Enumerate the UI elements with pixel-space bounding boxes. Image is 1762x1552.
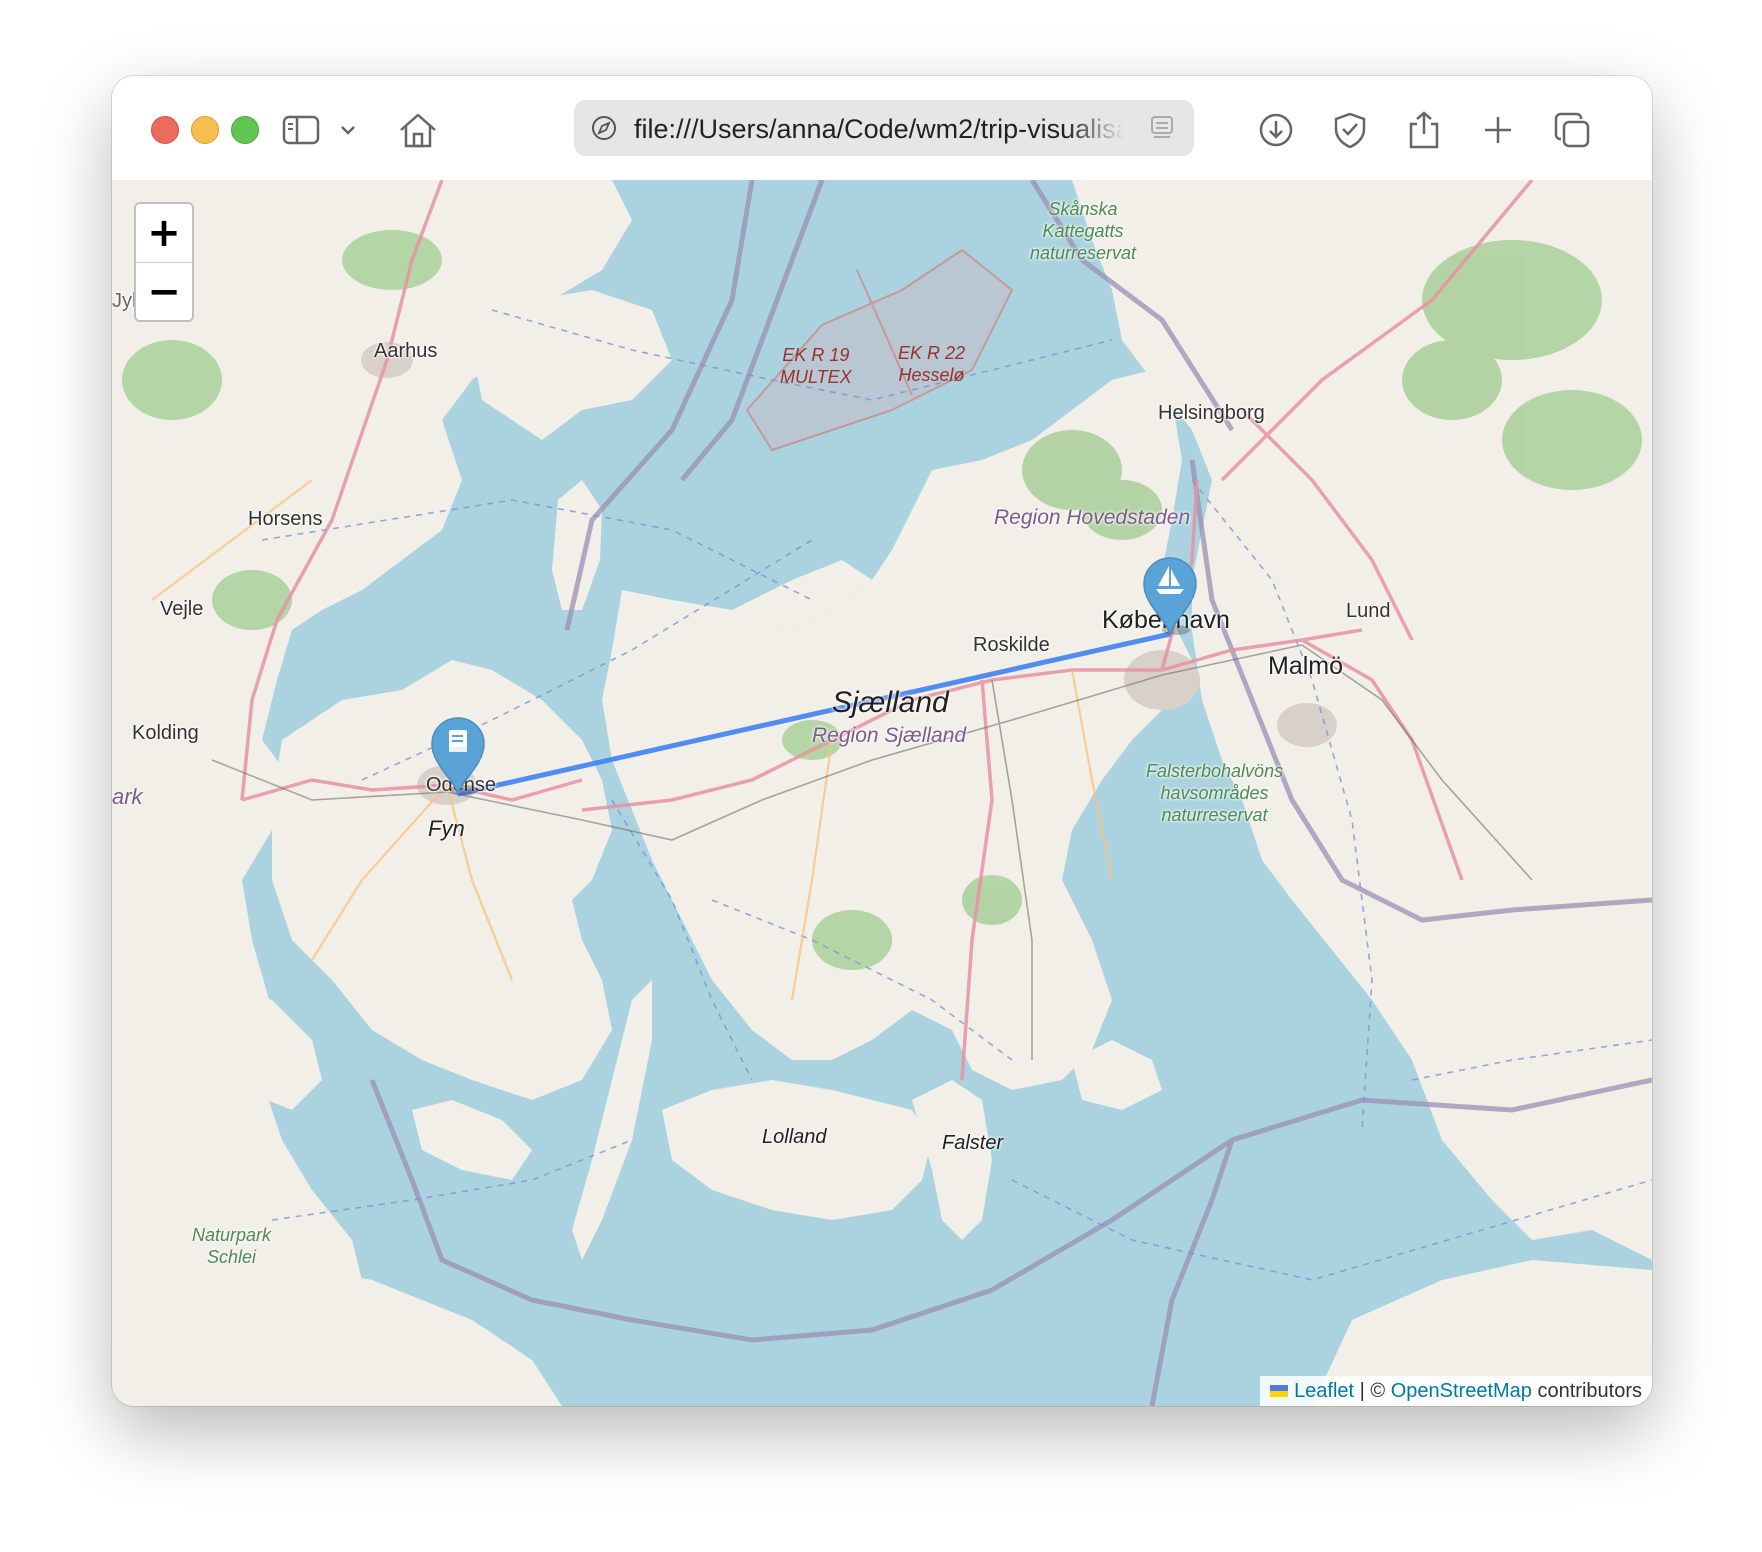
label-naturpark-schlei: Naturpark Schlei (192, 1224, 271, 1268)
label-lund: Lund (1346, 600, 1391, 622)
zoom-out-button[interactable]: − (136, 263, 192, 320)
label-falsterbo-line1: Falsterbohalvöns (1146, 761, 1284, 781)
label-ekr19-line2: MULTEX (780, 367, 852, 387)
label-ekr22-line2: Hesselø (898, 365, 965, 385)
attribution-contributors: contributors (1531, 1379, 1642, 1402)
zoom-control: + − (134, 202, 194, 322)
label-falster: Falster (942, 1132, 1004, 1154)
compass-icon (590, 114, 618, 142)
minimize-window-button[interactable] (191, 116, 219, 144)
label-ekr22-line1: EK R 22 (898, 343, 966, 363)
zoom-in-button[interactable]: + (136, 204, 192, 263)
browser-toolbar: file:///Users/anna/Code/wm2/trip-visuali… (112, 76, 1652, 180)
label-denmark-edge: ark (112, 784, 143, 809)
label-fyn: Fyn (428, 816, 465, 841)
label-naturpark-line2: Schlei (207, 1247, 257, 1267)
label-vejle: Vejle (160, 598, 204, 620)
label-naturpark-line1: Naturpark (192, 1225, 272, 1245)
label-skanska-line2: Kattegatts (1042, 221, 1124, 241)
label-kolding: Kolding (132, 722, 199, 744)
label-skanska-reserve: Skånska Kattegatts naturreservat (1030, 198, 1136, 264)
share-icon[interactable] (1400, 106, 1448, 154)
url-text[interactable]: file:///Users/anna/Code/wm2/trip-visuali… (634, 114, 1124, 144)
label-malmo: Malmö (1268, 652, 1344, 680)
reader-icon[interactable] (1148, 114, 1176, 142)
label-roskilde: Roskilde (973, 634, 1050, 656)
ukraine-flag-icon (1270, 1385, 1289, 1397)
map-attribution: Leaflet | © OpenStreetMap contributors (1260, 1376, 1652, 1406)
openstreetmap-link[interactable]: OpenStreetMap (1391, 1380, 1532, 1403)
label-skanska-line3: naturreservat (1030, 243, 1137, 263)
label-ekr22: EK R 22 Hesselø (898, 342, 965, 386)
chevron-down-icon[interactable] (332, 106, 364, 154)
map-tiles (112, 180, 1652, 1406)
label-region-sjaelland: Region Sjælland (812, 724, 967, 747)
label-helsingborg: Helsingborg (1158, 402, 1265, 424)
address-bar[interactable]: file:///Users/anna/Code/wm2/trip-visuali… (574, 100, 1194, 156)
attribution-separator: | © (1354, 1379, 1391, 1402)
marker-kobenhavn[interactable] (1140, 554, 1200, 637)
leaflet-link[interactable]: Leaflet (1294, 1380, 1354, 1403)
label-falsterbo-line3: naturreservat (1161, 805, 1268, 825)
close-window-button[interactable] (151, 116, 179, 144)
label-region-hovedstaden: Region Hovedstaden (994, 506, 1191, 529)
zoom-window-button[interactable] (231, 116, 259, 144)
marker-odense[interactable] (428, 714, 488, 797)
download-icon[interactable] (1252, 106, 1300, 154)
label-falsterbo-line2: havsområdes (1160, 783, 1269, 803)
shield-icon[interactable] (1326, 106, 1374, 154)
label-horsens: Horsens (248, 508, 323, 530)
label-aarhus: Aarhus (374, 340, 438, 362)
tabs-overview-icon[interactable] (1548, 106, 1596, 154)
label-falsterbo-reserve: Falsterbohalvöns havsområdes naturreserv… (1146, 760, 1283, 826)
sidebar-toggle-icon[interactable] (278, 106, 326, 154)
label-sjaelland: Sjælland (832, 686, 949, 719)
map-view[interactable]: Aarhus Horsens Vejle Kolding Jyll ark Od… (112, 180, 1652, 1406)
label-skanska-line1: Skånska (1048, 199, 1118, 219)
label-ekr19: EK R 19 MULTEX (780, 344, 852, 388)
label-ekr19-line1: EK R 19 (782, 345, 850, 365)
book-icon (449, 730, 467, 752)
new-tab-icon[interactable] (1474, 106, 1522, 154)
home-icon[interactable] (394, 106, 442, 154)
browser-window: file:///Users/anna/Code/wm2/trip-visuali… (112, 76, 1652, 1406)
label-lolland: Lolland (762, 1126, 827, 1148)
